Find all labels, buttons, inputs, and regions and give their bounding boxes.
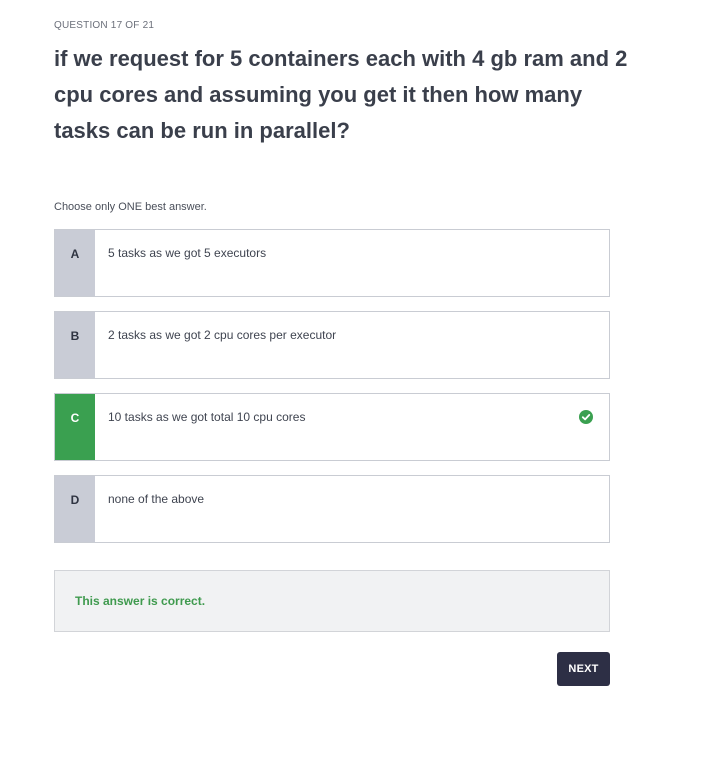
next-button[interactable]: NEXT (557, 652, 610, 686)
option-letter: C (55, 394, 95, 460)
option-text: 5 tasks as we got 5 executors (108, 246, 267, 260)
option-d[interactable]: D none of the above (54, 475, 610, 543)
option-letter: B (55, 312, 95, 378)
question-counter: QUESTION 17 OF 21 (54, 20, 155, 31)
option-letter: D (55, 476, 95, 542)
option-a[interactable]: A 5 tasks as we got 5 executors (54, 229, 610, 297)
option-c[interactable]: C 10 tasks as we got total 10 cpu cores (54, 393, 610, 461)
option-b[interactable]: B 2 tasks as we got 2 cpu cores per exec… (54, 311, 610, 379)
question-text: if we request for 5 containers each with… (54, 46, 628, 143)
option-text: none of the above (108, 492, 205, 506)
answer-instruction: Choose only ONE best answer. (54, 201, 207, 213)
answer-options: A 5 tasks as we got 5 executors B 2 task… (54, 229, 610, 557)
option-text: 10 tasks as we got total 10 cpu cores (108, 410, 306, 424)
feedback-message: This answer is correct. (75, 594, 206, 608)
option-letter: A (55, 230, 95, 296)
feedback-panel: This answer is correct. (54, 570, 610, 632)
check-circle-icon (579, 410, 593, 424)
option-text: 2 tasks as we got 2 cpu cores per execut… (108, 328, 337, 342)
